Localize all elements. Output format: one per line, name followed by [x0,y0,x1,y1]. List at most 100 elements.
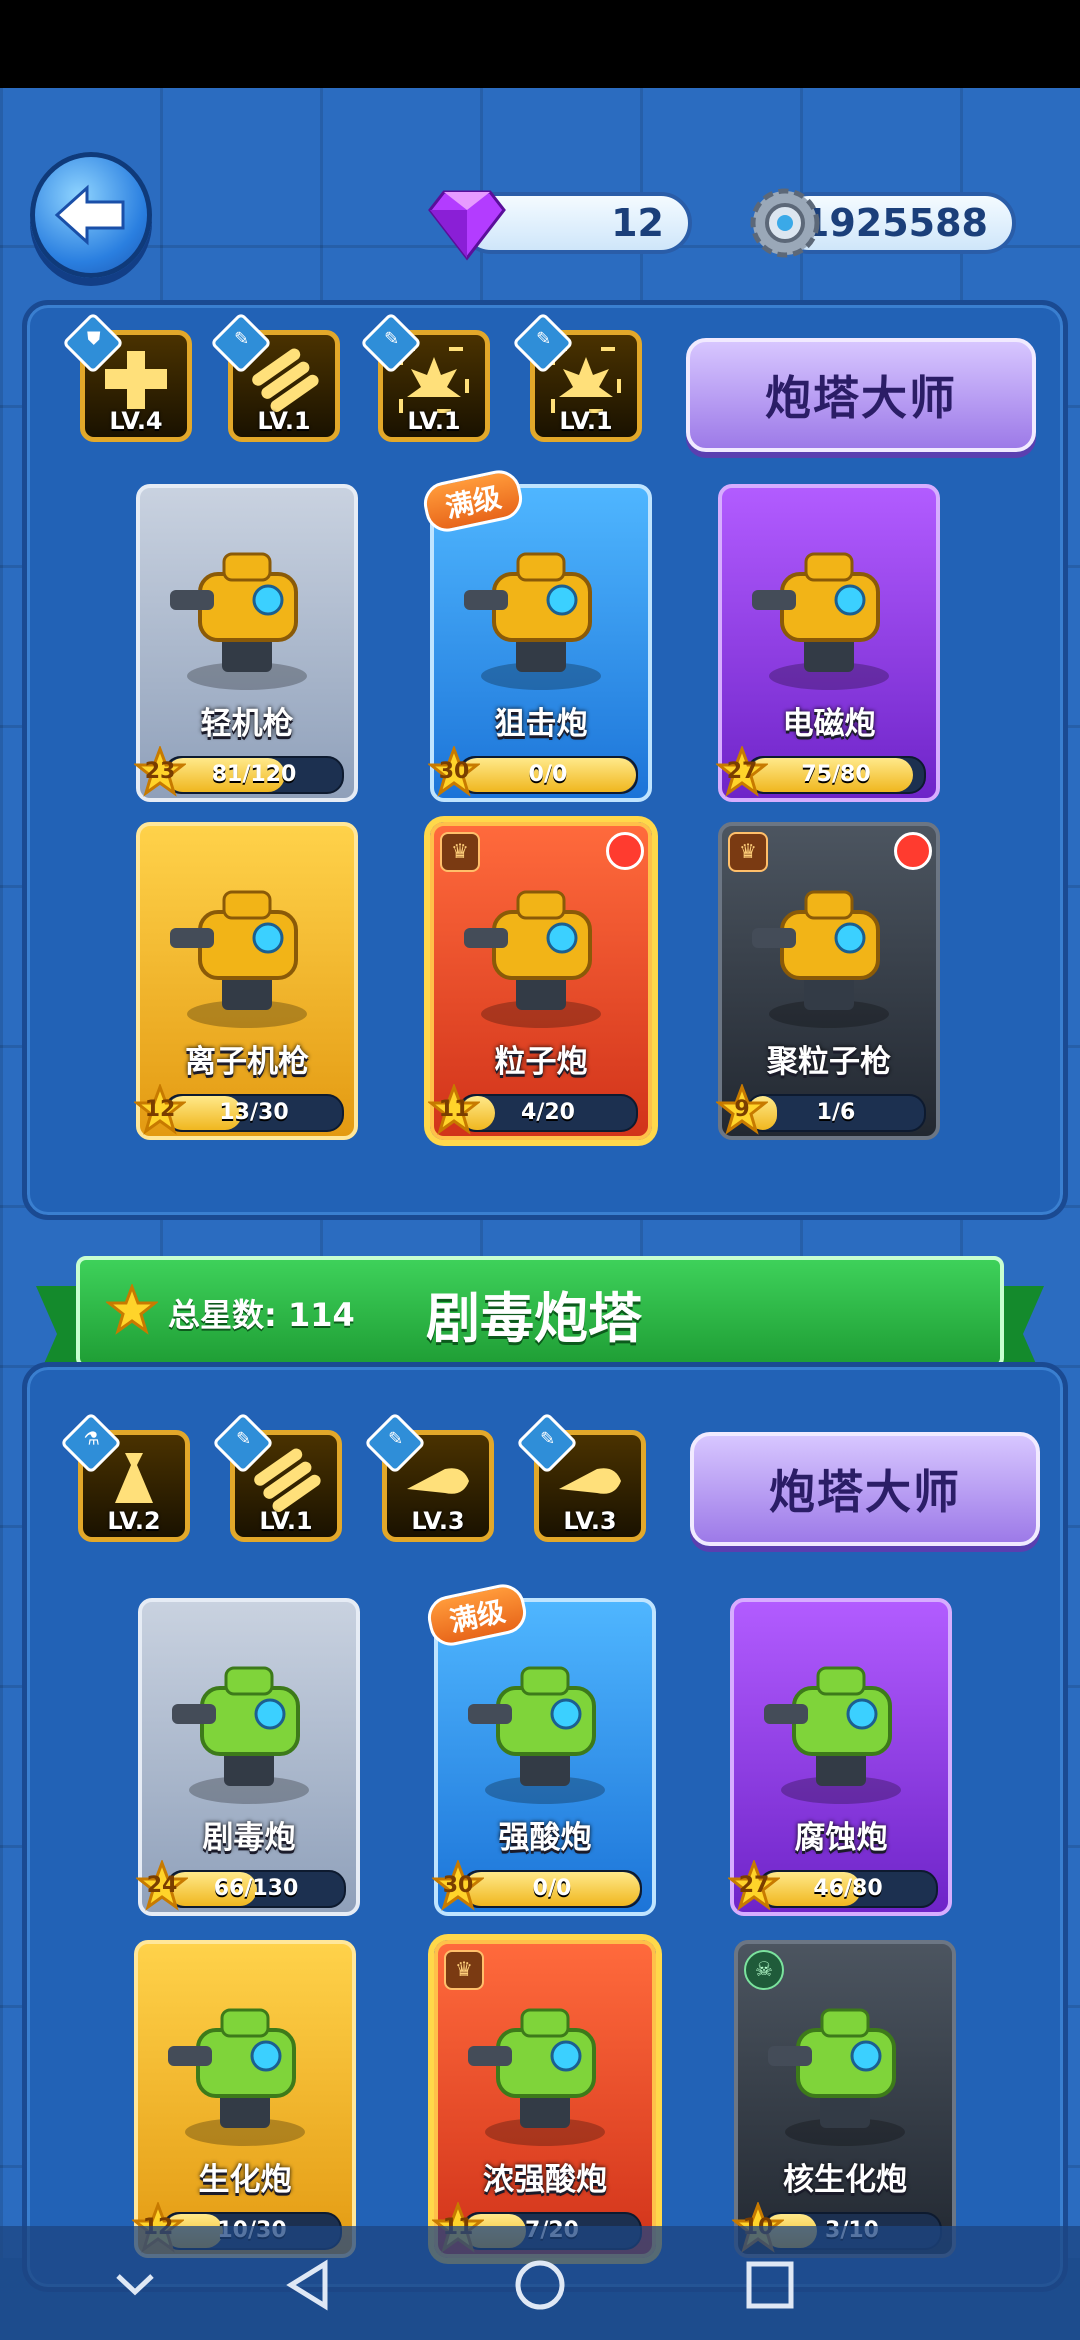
star-level-badge: 11 [428,1084,480,1136]
progress-bar: 4/20 [458,1094,638,1132]
star-count: 9 [734,1097,750,1122]
turret-image [468,2008,605,2146]
star-count: 12 [144,1097,176,1122]
turret-name: 轻机枪 [200,706,294,742]
turret-image [172,1666,309,1804]
skill-slot[interactable]: ✎ LV.1 [209,311,340,442]
turret-card[interactable]: 狙击炮 0/0 30 满级 [419,466,652,802]
star-icon [106,1284,158,1335]
star-level-badge: 27 [716,746,768,798]
back-triangle-icon[interactable] [275,2250,345,2320]
gem-count: 12 [611,201,664,245]
turret-master-button-1[interactable]: 炮塔大师 [686,338,1036,452]
skill-level: LV.2 [107,1507,161,1535]
turret-image [170,890,307,1028]
progress-text: 1/6 [816,1100,856,1125]
skill-slot[interactable]: ✎ LV.3 [515,1411,646,1542]
star-count: 11 [438,1097,470,1122]
coin-count: 1925588 [802,201,988,245]
progress-bar: 46/80 [758,1870,938,1908]
turret-card[interactable]: 剧毒炮 66/130 24 [136,1598,360,1916]
turret-card[interactable]: 聚粒子枪 1/6 9 ♛ [716,822,940,1140]
star-count: 24 [146,1873,178,1898]
skill-level: LV.1 [257,407,311,435]
skill-slot[interactable]: ✎ LV.1 [359,311,490,442]
turret-image [464,890,601,1028]
turret-name: 强酸炮 [498,1820,592,1856]
back-arrow-icon [54,184,125,246]
skill-level: LV.4 [109,407,163,435]
turret-card[interactable]: 离子机枪 13/30 12 [134,822,358,1140]
progress-bar: 75/80 [746,756,926,794]
turret-card[interactable]: 腐蚀炮 46/80 27 [728,1598,952,1916]
turret-name: 生化炮 [198,2162,292,2198]
progress-text: 46/80 [813,1876,883,1901]
skill-slot[interactable]: ⚗ LV.2 [59,1411,190,1542]
skill-slot[interactable]: ⛊ LV.4 [61,311,192,442]
star-level-badge: 12 [134,1084,186,1136]
star-count: 27 [726,759,758,784]
star-count: 27 [738,1873,770,1898]
turret-card[interactable]: 粒子炮 4/20 11 ♛ [428,822,652,1140]
turret-image [752,552,889,690]
turret-name: 浓强酸炮 [483,2162,607,2198]
gear-coin-icon [750,188,820,258]
progress-text: 13/30 [219,1100,289,1125]
progress-text: 0/0 [532,1876,572,1901]
section-title: 剧毒炮塔 [426,1287,642,1350]
turret-card[interactable]: 强酸炮 0/0 30 满级 [423,1580,656,1916]
star-level-badge: 23 [134,746,186,798]
turret-card[interactable]: 生化炮10/3012 [132,1940,356,2258]
turret-card[interactable]: 轻机枪 81/120 23 [134,484,358,802]
skill-level: LV.1 [259,1507,313,1535]
gem-counter: 12 [428,190,692,261]
skill-level: LV.1 [559,407,613,435]
gem-icon [428,190,506,261]
skill-level: LV.3 [411,1507,465,1535]
star-level-badge: 30 [428,746,480,798]
progress-text: 81/120 [211,762,297,787]
progress-bar: 0/0 [462,1870,642,1908]
star-count: 30 [438,759,470,784]
skill-level: LV.1 [407,407,461,435]
turret-name: 核生化炮 [783,2162,907,2198]
progress-text: 75/80 [801,762,871,787]
skull-icon: ☠ [744,1950,784,1990]
turret-card[interactable]: 浓强酸炮7/2011♛ [432,1940,656,2258]
turret-image [170,552,307,690]
turret-name: 粒子炮 [494,1044,588,1080]
system-nav-bar [0,2226,1080,2340]
turret-card[interactable]: 核生化炮3/1010☠ [732,1940,956,2258]
crown-icon: ♛ [728,832,768,872]
status-bar [0,0,1080,88]
skill-slot[interactable]: ✎ LV.1 [511,311,642,442]
turret-name: 腐蚀炮 [794,1820,888,1856]
turret-image [464,552,601,690]
star-count: 23 [144,759,176,784]
progress-bar: 1/6 [746,1094,926,1132]
turret-image [752,890,889,1028]
home-circle-icon[interactable] [505,2250,575,2320]
total-stars-label: 总星数: 114 [168,1296,355,1334]
turret-image [168,2008,305,2146]
turret-master-label: 炮塔大师 [765,371,957,425]
progress-text: 66/130 [213,1876,299,1901]
skill-slot[interactable]: ✎ LV.3 [363,1411,494,1542]
progress-bar: 66/130 [166,1870,346,1908]
turret-image [468,1666,605,1804]
recents-square-icon[interactable] [735,2250,805,2320]
turret-name: 电磁炮 [782,706,876,742]
crown-icon: ♛ [444,1950,484,1990]
turret-master-button-2[interactable]: 炮塔大师 [690,1432,1040,1546]
chevron-down-icon[interactable] [100,2250,170,2320]
crown-icon: ♛ [440,832,480,872]
progress-bar: 81/120 [164,756,344,794]
star-level-badge: 9 [716,1084,768,1136]
notification-dot [894,832,932,870]
turret-card[interactable]: 电磁炮 75/80 27 [716,484,940,802]
star-level-badge: 24 [136,1860,188,1912]
back-button[interactable] [30,152,152,278]
turret-name: 离子机枪 [185,1044,309,1080]
notification-dot [606,832,644,870]
skill-slot[interactable]: ✎ LV.1 [211,1411,342,1542]
